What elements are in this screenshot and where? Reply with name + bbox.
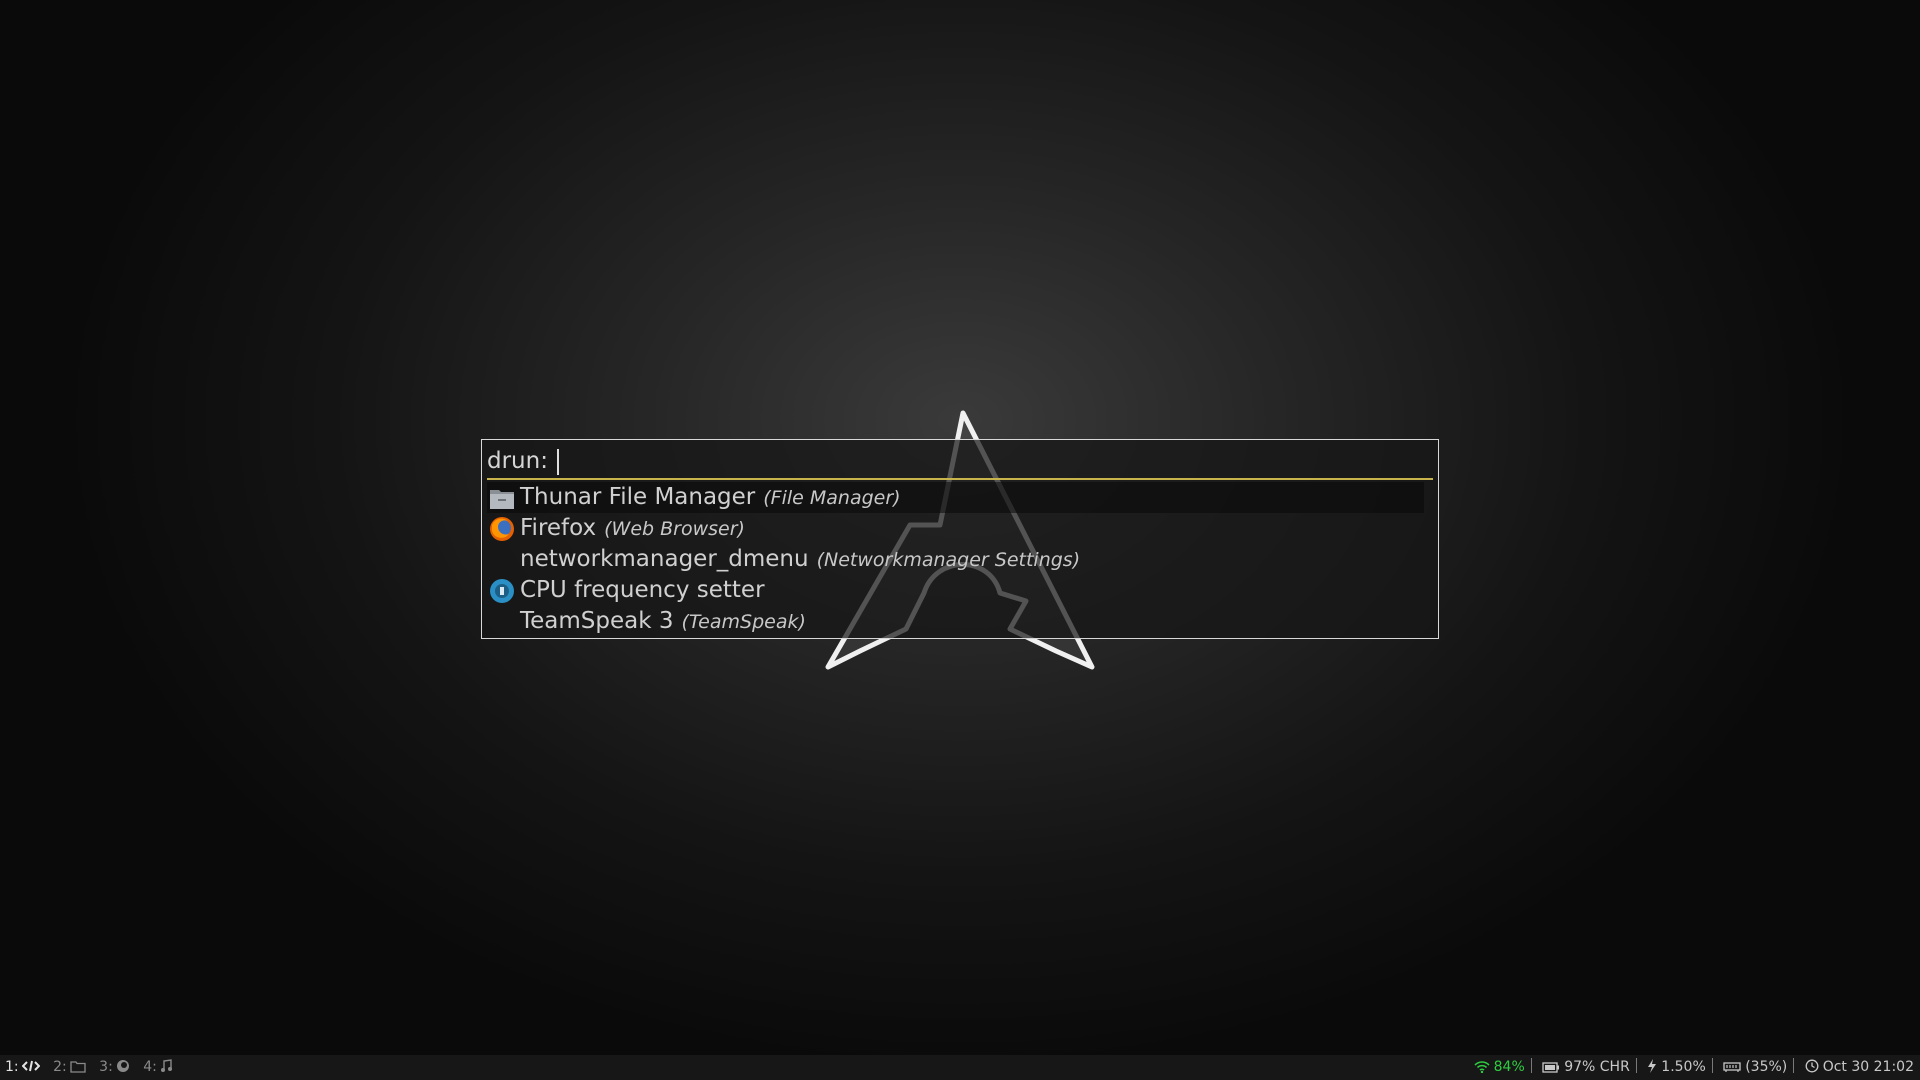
workspace-switcher: 1: 2: 3: 4: xyxy=(5,1055,181,1080)
text-cursor xyxy=(556,448,559,475)
status-separator xyxy=(1793,1058,1795,1073)
launcher-entry-label: TeamSpeak 3 (TeamSpeak) xyxy=(520,608,806,634)
launcher-prompt-label: drun: xyxy=(487,448,548,474)
launcher-entry-cpu-frequency-setter[interactable]: CPU frequency setter xyxy=(487,575,1424,606)
code-icon xyxy=(21,1060,41,1072)
clock-status[interactable]: Oct 30 21:02 xyxy=(1799,1055,1920,1080)
memory-icon xyxy=(1723,1062,1741,1072)
launcher-prompt-row: drun: xyxy=(487,446,1433,476)
memory-status[interactable]: (35%) xyxy=(1717,1055,1793,1080)
wifi-status[interactable]: 84% xyxy=(1468,1055,1531,1080)
launcher-entry-label: CPU frequency setter xyxy=(520,577,765,603)
launcher-entry-thunar[interactable]: Thunar File Manager (File Manager) xyxy=(487,482,1424,513)
workspace-3-button[interactable]: 3: xyxy=(99,1055,130,1080)
launcher-entry-label: networkmanager_dmenu (Networkmanager Sett… xyxy=(520,546,1081,572)
launcher-entry-label: Thunar File Manager (File Manager) xyxy=(520,484,901,510)
battery-icon xyxy=(1542,1062,1560,1073)
status-separator xyxy=(1635,1058,1637,1073)
firefox-icon xyxy=(490,517,514,541)
folder-icon xyxy=(490,490,514,509)
launcher-entry-teamspeak[interactable]: TeamSpeak 3 (TeamSpeak) xyxy=(487,606,1424,637)
status-bar: 1: 2: 3: 4: 84% 97% CHR 1.50% (35%) Oct … xyxy=(0,1055,1920,1080)
cpu-status[interactable]: 1.50% xyxy=(1641,1055,1711,1080)
app-launcher-window: drun: Thunar File Manager (File Manager) … xyxy=(481,439,1439,639)
folder-icon xyxy=(70,1061,86,1073)
clock-icon xyxy=(1805,1059,1819,1073)
cpu-frequency-icon xyxy=(490,579,514,603)
launcher-results-list: Thunar File Manager (File Manager) Firefo… xyxy=(487,482,1424,637)
workspace-4-button[interactable]: 4: xyxy=(143,1055,172,1080)
workspace-1-button[interactable]: 1: xyxy=(5,1055,41,1080)
battery-status[interactable]: 97% CHR xyxy=(1536,1055,1636,1080)
status-blocks: 84% 97% CHR 1.50% (35%) Oct 30 21:02 xyxy=(1468,1055,1920,1080)
launcher-entry-networkmanager-dmenu[interactable]: networkmanager_dmenu (Networkmanager Sett… xyxy=(487,544,1424,575)
firefox-icon xyxy=(116,1060,129,1072)
lightning-icon xyxy=(1648,1059,1657,1073)
status-separator xyxy=(1711,1058,1713,1073)
music-icon xyxy=(160,1059,172,1072)
launcher-entry-label: Firefox (Web Browser) xyxy=(520,515,745,541)
wifi-icon xyxy=(1474,1061,1490,1074)
workspace-2-button[interactable]: 2: xyxy=(53,1055,86,1080)
launcher-entry-firefox[interactable]: Firefox (Web Browser) xyxy=(487,513,1424,544)
prompt-divider xyxy=(487,478,1433,480)
status-separator xyxy=(1530,1058,1532,1073)
